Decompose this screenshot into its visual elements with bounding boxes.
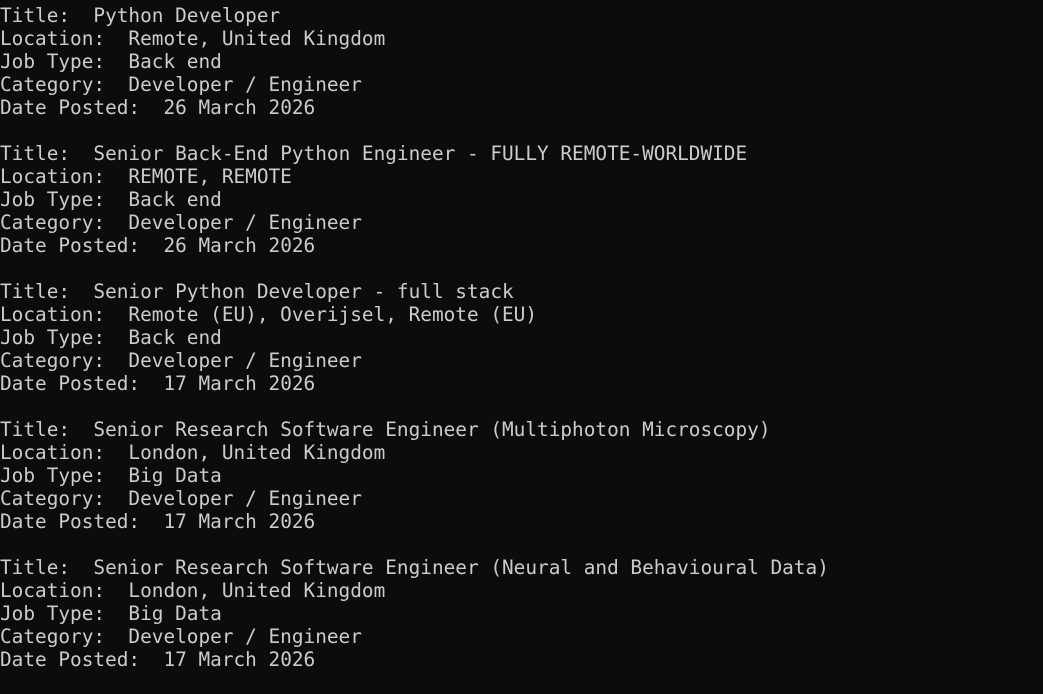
category-line: Category: Developer / Engineer	[0, 487, 1043, 510]
title-line: Title: Senior Back-End Python Engineer -…	[0, 142, 1043, 165]
title-label: Title:	[0, 4, 94, 27]
job-type-label: Job Type:	[0, 326, 129, 349]
date-label: Date Posted:	[0, 96, 164, 119]
job-category: Developer / Engineer	[128, 625, 362, 648]
job-category: Developer / Engineer	[128, 73, 362, 96]
date-line: Date Posted: 26 March 2026	[0, 96, 1043, 119]
job-type-line: Job Type: Back end	[0, 188, 1043, 211]
job-title: Senior Back-End Python Engineer - FULLY …	[93, 142, 748, 165]
title-line: Title: Senior Research Software Engineer…	[0, 556, 1043, 579]
job-type-label: Job Type:	[0, 602, 129, 625]
category-line: Category: Developer / Engineer	[0, 625, 1043, 648]
location-label: Location:	[0, 165, 129, 188]
date-line: Date Posted: 17 March 2026	[0, 648, 1043, 671]
job-type: Back end	[128, 326, 222, 349]
location-line: Location: Remote, United Kingdom	[0, 27, 1043, 50]
title-line: Title: Python Developer	[0, 4, 1043, 27]
category-label: Category:	[0, 73, 129, 96]
location-label: Location:	[0, 303, 129, 326]
category-label: Category:	[0, 625, 129, 648]
job-title: Senior Research Software Engineer (Multi…	[93, 418, 771, 441]
job-type: Big Data	[128, 602, 222, 625]
job-type-line: Job Type: Big Data	[0, 602, 1043, 625]
category-label: Category:	[0, 487, 129, 510]
job-type-label: Job Type:	[0, 50, 129, 73]
job-category: Developer / Engineer	[128, 487, 362, 510]
title-label: Title:	[0, 142, 94, 165]
category-line: Category: Developer / Engineer	[0, 73, 1043, 96]
job-type-label: Job Type:	[0, 188, 129, 211]
date-label: Date Posted:	[0, 648, 164, 671]
job-type-line: Job Type: Big Data	[0, 464, 1043, 487]
location-line: Location: London, United Kingdom	[0, 441, 1043, 464]
date-line: Date Posted: 17 March 2026	[0, 510, 1043, 533]
location-line: Location: London, United Kingdom	[0, 579, 1043, 602]
job-type-label: Job Type:	[0, 464, 129, 487]
job-date: 17 March 2026	[163, 648, 316, 671]
job-location: Remote, United Kingdom	[128, 27, 386, 50]
title-line: Title: Senior Python Developer - full st…	[0, 280, 1043, 303]
date-label: Date Posted:	[0, 372, 164, 395]
title-line: Title: Senior Research Software Engineer…	[0, 418, 1043, 441]
job-type-line: Job Type: Back end	[0, 50, 1043, 73]
job-listing: Title: Python Developer Location: Remote…	[0, 4, 1043, 119]
title-label: Title:	[0, 556, 94, 579]
job-title: Python Developer	[93, 4, 281, 27]
job-location: Remote (EU), Overijsel, Remote (EU)	[128, 303, 538, 326]
job-title: Senior Python Developer - full stack	[93, 280, 514, 303]
job-listing: Title: Senior Research Software Engineer…	[0, 556, 1043, 671]
location-label: Location:	[0, 579, 129, 602]
job-category: Developer / Engineer	[128, 211, 362, 234]
job-listing: Title: Senior Research Software Engineer…	[0, 418, 1043, 533]
job-listing: Title: Senior Python Developer - full st…	[0, 280, 1043, 395]
location-label: Location:	[0, 27, 129, 50]
job-title: Senior Research Software Engineer (Neura…	[93, 556, 829, 579]
job-type: Back end	[128, 188, 222, 211]
job-category: Developer / Engineer	[128, 349, 362, 372]
job-type: Back end	[128, 50, 222, 73]
category-label: Category:	[0, 349, 129, 372]
job-location: London, United Kingdom	[128, 441, 386, 464]
job-location: London, United Kingdom	[128, 579, 386, 602]
location-label: Location:	[0, 441, 129, 464]
job-date: 17 March 2026	[163, 372, 316, 395]
date-line: Date Posted: 17 March 2026	[0, 372, 1043, 395]
date-label: Date Posted:	[0, 234, 164, 257]
location-line: Location: Remote (EU), Overijsel, Remote…	[0, 303, 1043, 326]
job-location: REMOTE, REMOTE	[128, 165, 292, 188]
job-date: 26 March 2026	[163, 96, 316, 119]
job-type-line: Job Type: Back end	[0, 326, 1043, 349]
job-type: Big Data	[128, 464, 222, 487]
category-line: Category: Developer / Engineer	[0, 211, 1043, 234]
title-label: Title:	[0, 280, 94, 303]
job-date: 17 March 2026	[163, 510, 316, 533]
date-line: Date Posted: 26 March 2026	[0, 234, 1043, 257]
category-line: Category: Developer / Engineer	[0, 349, 1043, 372]
job-date: 26 March 2026	[163, 234, 316, 257]
location-line: Location: REMOTE, REMOTE	[0, 165, 1043, 188]
title-label: Title:	[0, 418, 94, 441]
job-listing: Title: Senior Back-End Python Engineer -…	[0, 142, 1043, 257]
category-label: Category:	[0, 211, 129, 234]
terminal-output: Title: Python Developer Location: Remote…	[0, 4, 1043, 694]
date-label: Date Posted:	[0, 510, 164, 533]
